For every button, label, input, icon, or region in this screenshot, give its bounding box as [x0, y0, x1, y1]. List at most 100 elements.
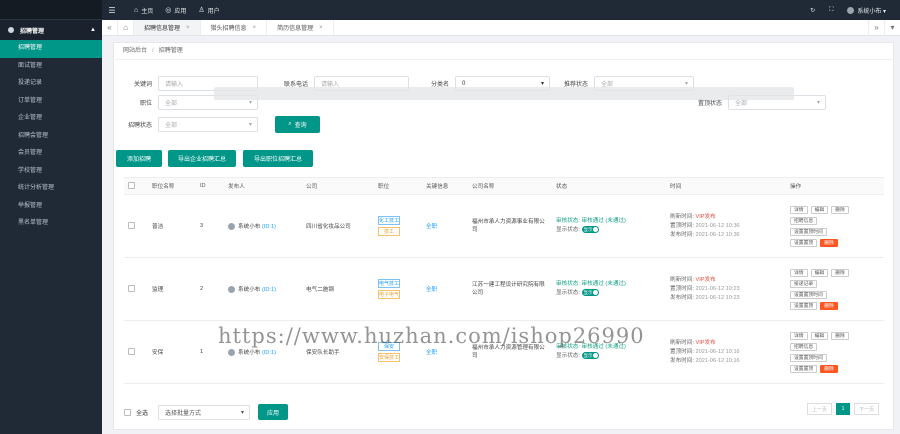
row-action-button[interactable]: 详情	[790, 268, 808, 277]
close-icon[interactable]: ×	[186, 25, 190, 31]
sidebar-item[interactable]: 举报管理	[0, 198, 102, 216]
vip-badge: VIP发布	[695, 276, 716, 283]
nav-home[interactable]: ⌂ 主页	[134, 6, 153, 15]
sidebar-item[interactable]: 订单管理	[0, 93, 102, 111]
sidebar-item[interactable]: 招聘会管理	[0, 128, 102, 146]
next-page-button[interactable]: 下一页	[853, 403, 879, 415]
sidebar-group-recruit[interactable]: 招聘管理 ▲	[0, 20, 102, 40]
publisher-name: 系统小布	[238, 349, 261, 356]
search-button[interactable]: ⌕ 查询	[275, 116, 320, 133]
select-all-checkbox[interactable]	[124, 408, 131, 416]
apply-button[interactable]: 应用	[258, 404, 289, 420]
batch-action-select[interactable]: 选择批量方式 ▾	[158, 404, 251, 420]
column-header[interactable]	[124, 177, 148, 195]
user-menu[interactable]: 系统小布 ▾	[847, 6, 886, 15]
row-checkbox[interactable]	[128, 284, 135, 292]
tabs-scroll-right-icon[interactable]: »	[868, 20, 884, 35]
row-action-button[interactable]: 设置置顶	[790, 301, 818, 310]
row-action-button[interactable]: 详情	[790, 205, 808, 214]
avatar	[847, 7, 855, 15]
breadcrumb-home[interactable]: 网站后台	[123, 48, 147, 54]
recruit-status-select[interactable]: 全部 ▾	[158, 117, 258, 132]
row-action-button[interactable]: 招聘信息	[790, 216, 818, 225]
sidebar-item[interactable]: 投递记录	[0, 75, 102, 93]
user-name: 系统小布 ▾	[857, 8, 886, 15]
apps-icon: ◎	[165, 7, 172, 14]
show-toggle[interactable]: 显示	[581, 352, 599, 360]
export-company-button[interactable]: 导出企业招聘汇总	[168, 150, 236, 167]
user-icon: ♙	[198, 7, 205, 14]
row-action-button[interactable]: 详情	[790, 331, 808, 340]
tab-headhunter-info[interactable]: 猎头招聘信息 ×	[201, 20, 268, 35]
row-action-button[interactable]: 设置置顶	[790, 364, 818, 373]
delete-button[interactable]: 删除	[820, 364, 838, 373]
add-recruit-button[interactable]: 添加招聘	[116, 150, 162, 167]
pagination: 上一页 1 下一页	[806, 403, 879, 415]
row-action-button[interactable]: 招聘信息	[790, 342, 818, 351]
row-action-button[interactable]: 删除	[831, 268, 849, 277]
vip-badge: VIP发布	[695, 339, 716, 346]
row-action-button[interactable]: 设置置顶时间	[790, 353, 827, 362]
fullscreen-icon[interactable]: ⛶	[829, 7, 833, 14]
tab-label: 简历信息管理	[277, 26, 314, 32]
job-type-link[interactable]: 全职	[426, 287, 437, 293]
sidebar-item[interactable]: 企业管理	[0, 110, 102, 128]
row-action-button[interactable]: 编辑	[810, 268, 829, 277]
tab-resume-info[interactable]: 简历信息管理 ×	[267, 20, 334, 35]
refresh-icon[interactable]: ↻	[810, 7, 815, 14]
nav-apps-label: 应用	[174, 8, 187, 15]
sidebar-item[interactable]: 统计分析管理	[0, 180, 102, 198]
export-position-button[interactable]: 导出职位招聘汇总	[243, 150, 313, 167]
nav-apps[interactable]: ◎ 应用	[165, 6, 186, 15]
page-1-button[interactable]: 1	[835, 403, 850, 415]
row-action-button[interactable]: 设置置顶时间	[790, 290, 827, 299]
show-toggle[interactable]: 显示	[581, 289, 599, 297]
row-action-button[interactable]: 编辑	[810, 205, 829, 214]
tabs-scroll-left-icon[interactable]: «	[102, 20, 118, 35]
watermark: https://www.huzhan.com/ishop26990	[218, 324, 645, 348]
time-key: 发布时间:	[670, 294, 694, 301]
close-icon[interactable]: ×	[253, 25, 257, 31]
delete-button[interactable]: 删除	[820, 301, 838, 310]
cell-title: 安保	[148, 320, 196, 384]
row-action-button[interactable]: 投递记录	[790, 279, 818, 288]
column-header: 公司	[302, 177, 374, 195]
sidebar-item[interactable]: 招聘管理	[0, 40, 102, 58]
row-action-button[interactable]: 编辑	[810, 331, 829, 340]
tabs-menu-icon[interactable]: ▾	[884, 20, 900, 35]
header-checkbox[interactable]	[128, 181, 135, 189]
row-action-button[interactable]: 删除	[831, 205, 849, 214]
row-action-button[interactable]: 删除	[831, 331, 849, 340]
show-toggle[interactable]: 显示	[581, 226, 599, 234]
home-tab-icon[interactable]: ⌂	[118, 20, 134, 35]
time-key: 置顶时间:	[670, 222, 694, 229]
prev-page-button[interactable]: 上一页	[806, 403, 832, 415]
close-icon[interactable]: ×	[319, 25, 323, 31]
sidebar-item[interactable]: 学校管理	[0, 163, 102, 181]
publisher-id-link[interactable]: (ID:1)	[262, 224, 276, 230]
row-action-button[interactable]: 设置置顶时间	[790, 227, 827, 236]
publisher-id-link[interactable]: (ID:1)	[262, 287, 276, 293]
publisher-id-link[interactable]: (ID:1)	[262, 350, 276, 356]
menu-toggle-icon[interactable]: ☰	[102, 6, 122, 15]
recruit-icon	[8, 27, 14, 33]
cell-title: 监理	[148, 257, 196, 321]
column-header: 操作	[786, 177, 884, 195]
sidebar-item[interactable]: 面试管理	[0, 58, 102, 76]
audit-status: 审核状态: 审核通过 (未通过)	[556, 218, 626, 224]
sidebar-item[interactable]: 黑名单管理	[0, 215, 102, 233]
row-checkbox[interactable]	[128, 347, 135, 355]
tab-recruit-info[interactable]: 招聘信息管理 ×	[134, 20, 201, 35]
column-header: 发布人	[224, 177, 302, 195]
nav-users[interactable]: ♙ 用户	[198, 6, 219, 15]
job-type-link[interactable]: 全职	[426, 350, 437, 356]
delete-button[interactable]: 删除	[820, 238, 838, 247]
column-header: 状态	[552, 177, 666, 195]
job-type-link[interactable]: 全职	[426, 224, 437, 230]
column-header: 职位名称	[148, 177, 196, 195]
time-key: 发布时间:	[670, 357, 694, 364]
column-header: 关键信息	[422, 177, 468, 195]
row-checkbox[interactable]	[128, 221, 135, 229]
row-action-button[interactable]: 设置置顶	[790, 238, 818, 247]
sidebar-item[interactable]: 会员管理	[0, 145, 102, 163]
